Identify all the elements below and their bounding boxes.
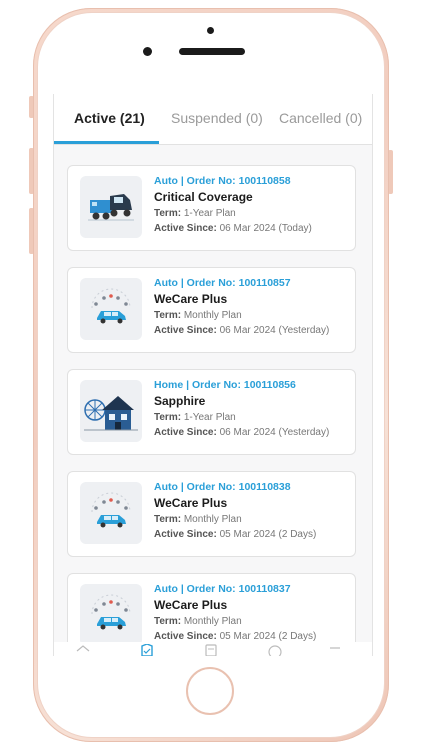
app-screen: Active (21) Suspended (0) Cancelled (0) …: [53, 94, 373, 656]
order-card[interactable]: Auto | Order No: 100110838 WeCare Plus T…: [67, 471, 356, 557]
active-since: Active Since: 05 Mar 2024 (2 Days): [154, 529, 317, 540]
car-services-icon: [80, 584, 142, 646]
plan-term: Term: Monthly Plan: [154, 310, 242, 321]
order-card[interactable]: Auto | Order No: 100110857 WeCare Plus T…: [67, 267, 356, 353]
active-since: Active Since: 06 Mar 2024 (Yesterday): [154, 325, 330, 336]
proximity-sensor: [207, 27, 214, 34]
earpiece-speaker: [179, 48, 245, 55]
order-card[interactable]: Auto | Order No: 100110858 Critical Cove…: [67, 165, 356, 251]
order-meta: Auto | Order No: 100110837: [154, 583, 291, 595]
active-since: Active Since: 05 Mar 2024 (2 Days): [154, 631, 317, 642]
plan-title: WeCare Plus: [154, 598, 228, 612]
order-meta: Auto | Order No: 100110857: [154, 277, 291, 289]
car-tow-truck-icon: [80, 176, 142, 238]
plan-term: Term: 1-Year Plan: [154, 208, 236, 219]
active-since: Active Since: 06 Mar 2024 (Yesterday): [154, 427, 330, 438]
active-tab-indicator: [54, 141, 159, 144]
plan-term: Term: Monthly Plan: [154, 514, 242, 525]
active-since: Active Since: 06 Mar 2024 (Today): [154, 223, 312, 234]
plan-term: Term: Monthly Plan: [154, 616, 242, 627]
plan-title: Sapphire: [154, 394, 206, 408]
plan-term: Term: 1-Year Plan: [154, 412, 236, 423]
house-icon: [80, 380, 142, 442]
tab-active[interactable]: Active (21): [74, 110, 145, 126]
plan-title: WeCare Plus: [154, 292, 228, 306]
car-services-icon: [80, 482, 142, 544]
plan-title: Critical Coverage: [154, 190, 253, 204]
front-camera: [143, 47, 152, 56]
order-status-tabs: Active (21) Suspended (0) Cancelled (0): [54, 94, 372, 145]
shield-icon[interactable]: [140, 644, 154, 656]
order-card[interactable]: Home | Order No: 100110856 Sapphire Term…: [67, 369, 356, 455]
document-icon[interactable]: [204, 644, 218, 656]
car-services-icon: [80, 278, 142, 340]
order-meta: Auto | Order No: 100110838: [154, 481, 291, 493]
bottom-navigation: [54, 642, 372, 656]
order-meta: Auto | Order No: 100110858: [154, 175, 291, 187]
tab-suspended[interactable]: Suspended (0): [171, 110, 263, 126]
home-button[interactable]: [186, 667, 234, 715]
home-icon[interactable]: [76, 644, 90, 656]
order-meta: Home | Order No: 100110856: [154, 379, 296, 391]
menu-icon[interactable]: [328, 644, 342, 656]
help-icon[interactable]: [268, 644, 282, 656]
tab-cancelled[interactable]: Cancelled (0): [279, 110, 362, 126]
plan-title: WeCare Plus: [154, 496, 228, 510]
